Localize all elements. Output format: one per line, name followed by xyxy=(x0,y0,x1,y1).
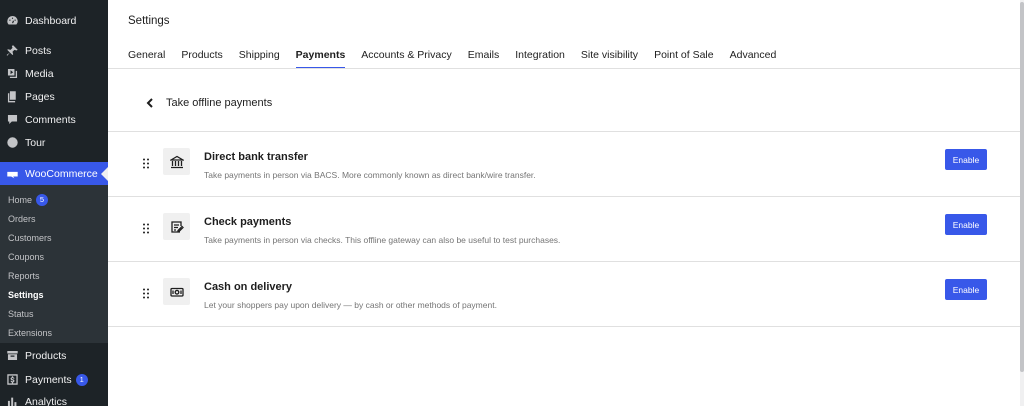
sidebar-item-tour[interactable]: Tour xyxy=(0,131,108,154)
enable-button[interactable]: Enable xyxy=(945,214,987,235)
submenu-item-settings[interactable]: Settings xyxy=(8,285,44,304)
payment-method-cod: Cash on delivery Let your shoppers pay u… xyxy=(108,262,1020,327)
payment-method-description: Let your shoppers pay upon delivery — by… xyxy=(204,300,497,310)
sidebar-item-media[interactable]: Media xyxy=(0,62,108,85)
tab-shipping[interactable]: Shipping xyxy=(239,41,280,69)
sidebar-item-label: Tour xyxy=(25,136,46,149)
page-title: Settings xyxy=(128,15,170,27)
drag-handle-icon[interactable] xyxy=(142,221,150,234)
payment-method-bacs: Direct bank transfer Take payments in pe… xyxy=(108,132,1020,197)
globe-icon xyxy=(6,136,19,149)
notification-badge: 5 xyxy=(36,193,49,206)
sidebar-item-comments[interactable]: Comments xyxy=(0,108,108,131)
payment-method-description: Take payments in person via BACS. More c… xyxy=(204,170,536,180)
submenu-item-coupons[interactable]: Coupons xyxy=(8,247,44,266)
sidebar-item-label: Comments xyxy=(25,113,76,126)
submenu-item-status[interactable]: Status xyxy=(8,304,34,323)
tab-general[interactable]: General xyxy=(128,41,165,69)
sidebar-item-woocommerce[interactable]: WooCommerce xyxy=(0,162,108,186)
enable-button[interactable]: Enable xyxy=(945,149,987,170)
tab-point-of-sale[interactable]: Point of Sale xyxy=(654,41,714,69)
chart-icon xyxy=(6,395,19,406)
notification-badge: 1 xyxy=(75,373,88,386)
payment-method-title: Check payments xyxy=(204,216,292,228)
cash-icon xyxy=(163,278,190,305)
submenu-item-customers[interactable]: Customers xyxy=(8,228,52,247)
scrollbar-thumb[interactable] xyxy=(1020,2,1024,372)
payment-method-title: Direct bank transfer xyxy=(204,151,308,163)
section-header: Take offline payments xyxy=(142,95,272,111)
pin-icon xyxy=(6,44,19,57)
sidebar-item-label: Dashboard xyxy=(25,14,77,27)
sidebar-item-analytics[interactable]: Analytics xyxy=(0,390,108,406)
tab-payments[interactable]: Payments xyxy=(295,41,345,69)
tab-accounts-privacy[interactable]: Accounts & Privacy xyxy=(361,41,451,69)
submenu-item-orders[interactable]: Orders xyxy=(8,209,36,228)
media-icon xyxy=(6,67,19,80)
tab-products[interactable]: Products xyxy=(181,41,222,69)
sidebar-item-label: Analytics xyxy=(25,395,68,406)
back-button[interactable] xyxy=(142,95,158,111)
dollar-icon xyxy=(6,373,19,386)
payment-method-description: Take payments in person via checks. This… xyxy=(204,235,561,245)
tabs-divider xyxy=(108,68,1020,69)
sidebar-item-dashboard[interactable]: Dashboard xyxy=(0,9,108,32)
drag-handle-icon[interactable] xyxy=(142,286,150,299)
enable-button[interactable]: Enable xyxy=(945,279,987,300)
archive-icon xyxy=(6,349,19,362)
section-title: Take offline payments xyxy=(166,97,273,109)
sidebar-item-label: Media xyxy=(25,67,54,80)
check-icon xyxy=(163,213,190,240)
sidebar-item-pages[interactable]: Pages xyxy=(0,85,108,108)
payment-method-title: Cash on delivery xyxy=(204,281,293,293)
sidebar-item-label: WooCommerce xyxy=(25,168,98,180)
submenu-item-extensions[interactable]: Extensions xyxy=(8,323,52,342)
tab-emails[interactable]: Emails xyxy=(468,41,500,69)
woo-icon xyxy=(6,168,19,181)
bank-icon xyxy=(163,148,190,175)
comment-icon xyxy=(6,113,19,126)
sidebar-item-products[interactable]: Products xyxy=(0,344,108,367)
drag-handle-icon[interactable] xyxy=(142,156,150,169)
pages-icon xyxy=(6,90,19,103)
tab-integration[interactable]: Integration xyxy=(515,41,565,69)
page-scrollbar[interactable] xyxy=(1020,0,1024,406)
sidebar-item-label: Products xyxy=(25,349,67,362)
sidebar-item-posts[interactable]: Posts xyxy=(0,39,108,62)
settings-main: Settings General Products Shipping Payme… xyxy=(108,0,1020,406)
woocommerce-submenu: Home 5 Orders Customers Coupons Reports … xyxy=(0,185,108,343)
dashboard-icon xyxy=(6,14,19,27)
sidebar-item-label: Posts xyxy=(25,44,52,57)
tab-advanced[interactable]: Advanced xyxy=(730,41,777,69)
sidebar-item-label: Pages xyxy=(25,90,55,103)
submenu-item-reports[interactable]: Reports xyxy=(8,266,40,285)
admin-sidebar: Dashboard Posts Media Pages Comments Tou… xyxy=(0,0,108,406)
payment-method-cheque: Check payments Take payments in person v… xyxy=(108,197,1020,262)
sidebar-item-payments[interactable]: Payments 1 xyxy=(0,368,108,391)
payment-methods-list: Direct bank transfer Take payments in pe… xyxy=(108,131,1020,327)
tab-site-visibility[interactable]: Site visibility xyxy=(581,41,638,69)
settings-tabs: General Products Shipping Payments Accou… xyxy=(128,41,792,69)
chevron-left-icon xyxy=(146,98,153,108)
sidebar-item-label: Payments xyxy=(25,373,72,386)
submenu-item-home[interactable]: Home 5 xyxy=(8,190,49,209)
